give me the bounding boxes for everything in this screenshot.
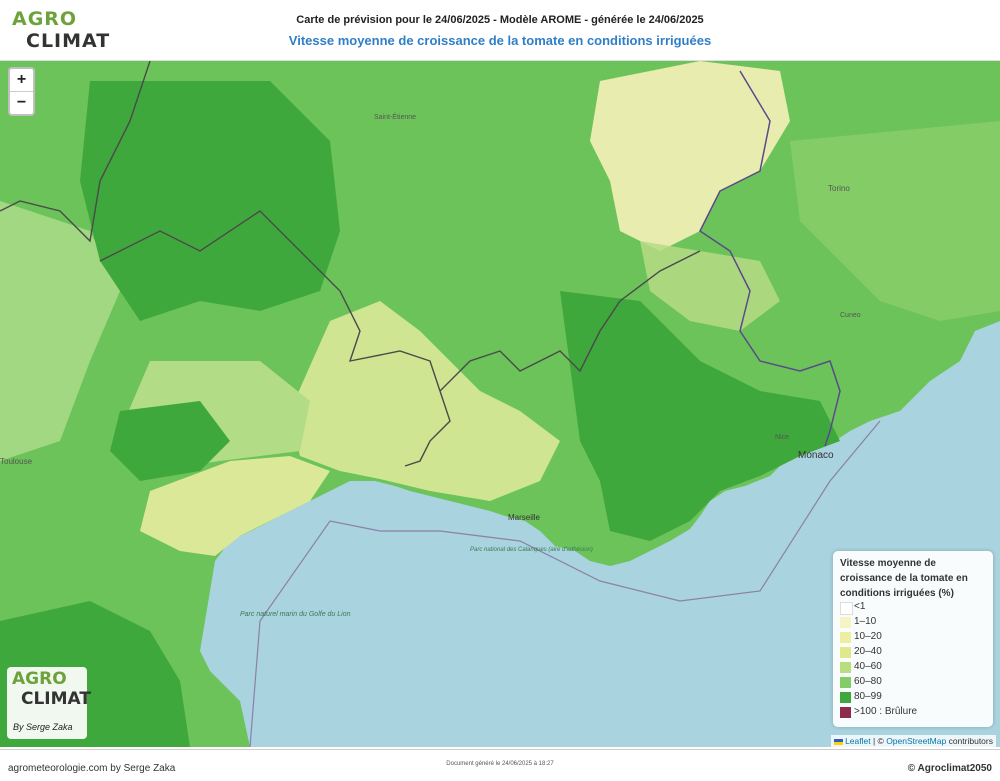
legend-swatch xyxy=(840,662,851,673)
footer-copyright: © Agroclimat2050 xyxy=(907,763,992,774)
legend-title: Vitesse moyenne de croissance de la toma… xyxy=(840,558,968,599)
legend-swatch xyxy=(840,602,853,615)
park-label-golfe-du-lion: Parc naturel marin du Golfe du Lion xyxy=(240,611,351,618)
legend-swatch xyxy=(840,707,851,718)
city-label-monaco: Monaco xyxy=(798,450,834,461)
legend-swatch xyxy=(840,647,851,658)
agroclimat-badge: AGRO CLIMAT By Serge Zaka xyxy=(7,667,91,739)
leaflet-link[interactable]: Leaflet xyxy=(845,736,871,746)
legend-swatch xyxy=(840,692,851,703)
legend-swatch xyxy=(840,617,851,628)
map-attribution: Leaflet | © OpenStreetMap contributors xyxy=(830,735,996,747)
zoom-in-button[interactable]: + xyxy=(10,69,33,92)
footer: agrometeorologie.com by Serge Zaka Docum… xyxy=(0,749,1000,781)
park-label-calanques: Parc national des Calanques (aire d'adhé… xyxy=(470,547,593,553)
city-label-toulouse: Toulouse xyxy=(0,457,33,466)
city-label-torino: Torino xyxy=(828,184,850,193)
legend-swatch xyxy=(840,677,851,688)
footer-generated: Document généré le 24/06/2025 à 18:27 xyxy=(446,761,554,767)
city-label-saint-etienne: Saint-Étienne xyxy=(374,112,416,121)
city-label-nice: Nice xyxy=(775,434,789,441)
osm-link[interactable]: OpenStreetMap xyxy=(886,736,946,746)
massif-central-zone xyxy=(80,81,340,321)
zoom-out-button[interactable]: − xyxy=(10,92,33,114)
zoom-control: + − xyxy=(8,67,35,116)
city-label-marseille: Marseille xyxy=(508,513,541,522)
ukraine-flag-icon xyxy=(833,738,843,745)
map-legend: Vitesse moyenne de croissance de la toma… xyxy=(833,551,993,727)
legend-swatch xyxy=(840,632,851,643)
city-label-cuneo: Cuneo xyxy=(840,312,861,319)
map-subtitle: Vitesse moyenne de croissance de la toma… xyxy=(288,33,712,48)
header: AGRO CLIMAT Carte de prévision pour le 2… xyxy=(0,0,1000,61)
map-title: Carte de prévision pour le 24/06/2025 - … xyxy=(296,14,704,26)
byline: By Serge Zaka xyxy=(13,722,73,732)
